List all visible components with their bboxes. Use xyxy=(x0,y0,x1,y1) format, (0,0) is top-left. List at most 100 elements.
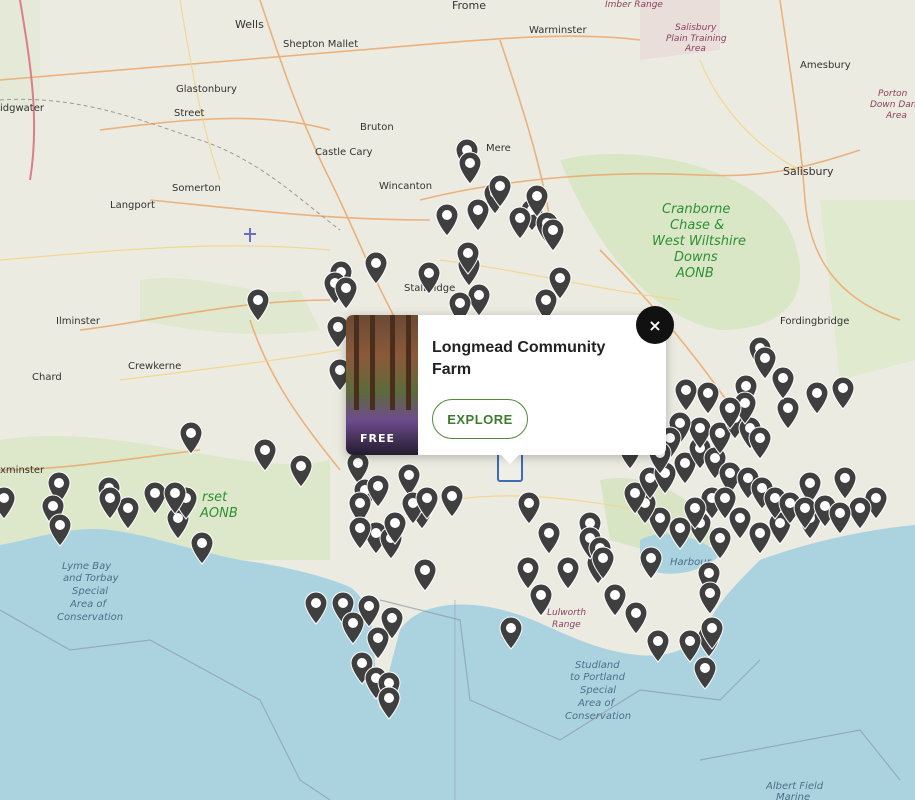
place-amesbury: Amesbury xyxy=(800,60,851,71)
map-marker-icon[interactable] xyxy=(717,396,743,430)
map-marker-icon[interactable] xyxy=(333,276,359,310)
close-popup-button[interactable]: × xyxy=(636,306,674,344)
map-marker-icon[interactable] xyxy=(356,594,382,628)
map-marker-icon[interactable] xyxy=(252,438,278,472)
free-badge: FREE xyxy=(360,432,396,445)
map-marker-icon[interactable] xyxy=(804,381,830,415)
place-lyme-5: Conservation xyxy=(57,612,123,623)
map-marker-icon[interactable] xyxy=(540,218,566,252)
place-lyme-2: and Torbay xyxy=(63,573,120,584)
place-porton-down-2: Down Dang xyxy=(870,100,915,110)
map-marker-icon[interactable] xyxy=(288,454,314,488)
map-marker-icon[interactable] xyxy=(0,486,17,520)
map-marker-icon[interactable] xyxy=(97,486,123,520)
map-marker-icon[interactable] xyxy=(303,591,329,625)
location-thumbnail[interactable]: FREE xyxy=(346,315,418,455)
map-marker-icon[interactable] xyxy=(775,396,801,430)
place-somerton: Somerton xyxy=(172,183,221,194)
place-fordingbridge: Fordingbridge xyxy=(780,316,849,327)
map-marker-icon[interactable] xyxy=(412,558,438,592)
map-marker-icon[interactable] xyxy=(162,481,188,515)
map-marker-icon[interactable] xyxy=(830,376,856,410)
place-street: Street xyxy=(174,108,204,119)
place-studland-3: Special xyxy=(580,685,616,696)
map-marker-icon[interactable] xyxy=(682,496,708,530)
place-bruton: Bruton xyxy=(360,122,394,133)
map-marker-icon[interactable] xyxy=(555,556,581,590)
map-marker-icon[interactable] xyxy=(524,184,550,218)
place-albert-field-1: Albert Field xyxy=(765,781,824,792)
place-cranborne-3: West Wiltshire xyxy=(652,234,746,249)
place-salisbury-plain-1: Salisbury xyxy=(675,23,717,33)
place-albert-field-2: Marine xyxy=(776,792,810,800)
map-marker-icon[interactable] xyxy=(827,501,853,535)
place-lyme-4: Area of xyxy=(69,599,108,610)
place-studland-4: Area of xyxy=(577,698,616,709)
place-axminster: xminster xyxy=(0,465,45,476)
place-studland-5: Conservation xyxy=(565,711,631,722)
place-salisbury-plain-2: Plain Training xyxy=(666,34,727,44)
place-cranborne-5: AONB xyxy=(675,266,714,281)
place-bridgwater: idgwater xyxy=(0,103,45,114)
place-chard: Chard xyxy=(32,372,62,383)
map-container[interactable]: Frome Imber Range Salisbury Plain Traini… xyxy=(0,0,915,800)
map-marker-icon[interactable] xyxy=(178,421,204,455)
place-frome: Frome xyxy=(452,0,486,12)
map-marker-icon[interactable] xyxy=(376,686,402,720)
place-mere: Mere xyxy=(486,143,511,154)
map-marker-icon[interactable] xyxy=(692,656,718,690)
map-marker-icon[interactable] xyxy=(747,426,773,460)
map-marker-icon[interactable] xyxy=(47,513,73,547)
map-marker-icon[interactable] xyxy=(439,484,465,518)
place-warminster: Warminster xyxy=(529,25,587,36)
map-marker-icon[interactable] xyxy=(712,486,738,520)
map-marker-icon[interactable] xyxy=(363,251,389,285)
place-imber-range: Imber Range xyxy=(605,0,663,10)
map-marker-icon[interactable] xyxy=(770,366,796,400)
place-salisbury: Salisbury xyxy=(783,165,834,178)
map-marker-icon[interactable] xyxy=(645,629,671,663)
explore-button[interactable]: EXPLORE xyxy=(432,399,528,439)
map-marker-icon[interactable] xyxy=(457,151,483,185)
place-wincanton: Wincanton xyxy=(379,181,432,192)
map-marker-icon[interactable] xyxy=(455,241,481,275)
map-marker-icon[interactable] xyxy=(498,616,524,650)
place-shepton-mallet: Shepton Mallet xyxy=(283,39,358,50)
location-title[interactable]: Longmead Community Farm xyxy=(432,337,632,381)
map-marker-icon[interactable] xyxy=(536,521,562,555)
map-marker-icon[interactable] xyxy=(416,261,442,295)
place-lyme-3: Special xyxy=(72,586,108,597)
place-porton-down-3: Area xyxy=(885,111,907,121)
place-cranborne-4: Downs xyxy=(674,250,718,265)
map-marker-icon[interactable] xyxy=(347,516,373,550)
map-marker-icon[interactable] xyxy=(590,546,616,580)
map-marker-icon[interactable] xyxy=(528,583,554,617)
map-marker-icon[interactable] xyxy=(245,288,271,322)
place-studland-1: Studland xyxy=(575,660,620,671)
map-marker-icon[interactable] xyxy=(434,203,460,237)
place-cranborne-2: Chase & xyxy=(670,218,724,233)
place-salisbury-plain-3: Area xyxy=(684,44,706,54)
map-marker-icon[interactable] xyxy=(414,486,440,520)
map-marker-icon[interactable] xyxy=(516,491,542,525)
map-marker-icon[interactable] xyxy=(487,174,513,208)
place-wells: Wells xyxy=(235,18,264,31)
map-marker-icon[interactable] xyxy=(699,616,725,650)
place-lulworth-2: Range xyxy=(552,620,581,630)
map-marker-icon[interactable] xyxy=(365,626,391,660)
place-ilminster: Ilminster xyxy=(56,316,101,327)
place-castle-cary: Castle Cary xyxy=(315,147,373,158)
place-lyme-1: Lyme Bay xyxy=(62,561,112,572)
place-langport: Langport xyxy=(110,200,155,211)
place-studland-2: to Portland xyxy=(570,672,626,683)
place-crewkerne: Crewkerne xyxy=(128,361,181,372)
map-marker-icon[interactable] xyxy=(547,266,573,300)
place-dorset-aonb-2: AONB xyxy=(199,506,238,521)
place-glastonbury: Glastonbury xyxy=(176,84,237,95)
place-porton-down-1: Porton xyxy=(878,89,908,99)
map-marker-icon[interactable] xyxy=(697,581,723,615)
map-marker-icon[interactable] xyxy=(189,531,215,565)
map-marker-icon[interactable] xyxy=(638,546,664,580)
place-dorset-aonb-1: rset xyxy=(202,490,228,505)
place-cranborne-1: Cranborne xyxy=(662,202,730,217)
